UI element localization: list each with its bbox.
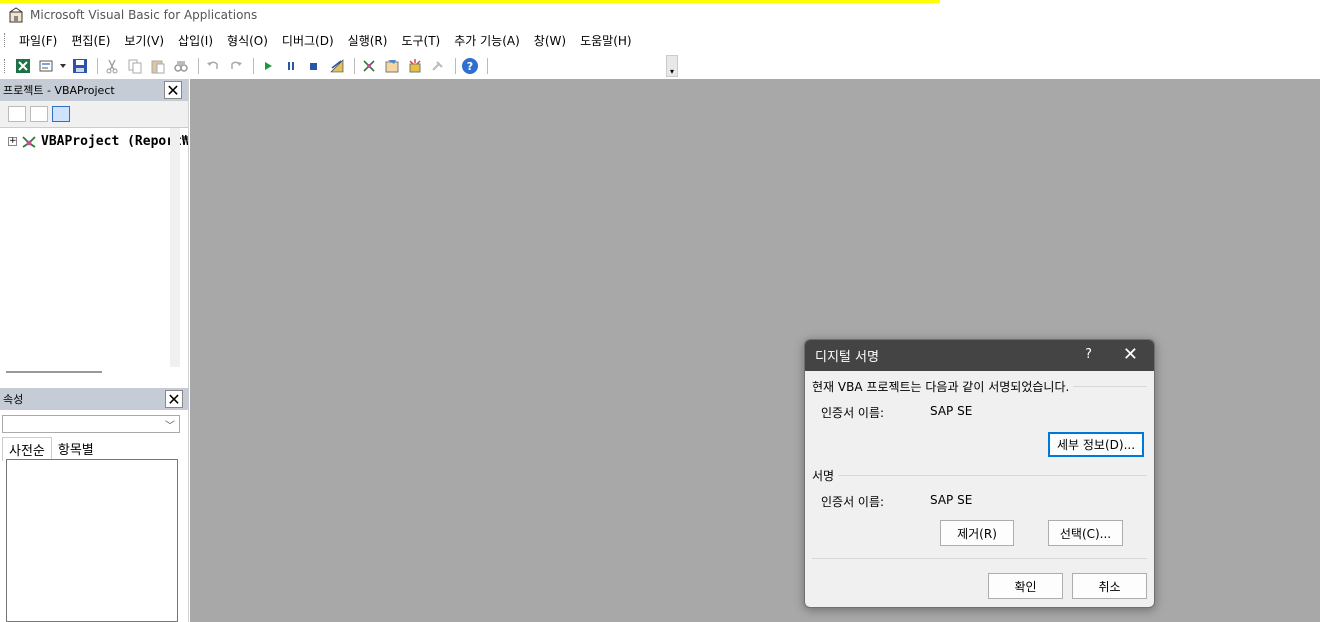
cert-name-label: 인증서 이름: xyxy=(821,406,885,420)
tree-item-label: VBAProject (Report₩ xyxy=(41,134,188,149)
toolbar-separator xyxy=(354,58,355,74)
details-button[interactable]: 세부 정보(D)... xyxy=(1048,432,1144,457)
project-tools xyxy=(0,101,188,127)
chevron-down-icon: ﹀ xyxy=(165,421,175,432)
properties-panel-close-icon[interactable]: ✕ xyxy=(165,390,183,409)
window-title: Microsoft Visual Basic for Applications xyxy=(30,8,258,22)
menubar-grip[interactable] xyxy=(4,33,7,47)
view-code-icon[interactable] xyxy=(8,106,26,122)
properties-panel-title: 속성 xyxy=(3,393,24,406)
toolbar-separator xyxy=(198,58,199,74)
toolbar-grip[interactable] xyxy=(4,59,7,73)
choose-button[interactable]: 선택(C)... xyxy=(1048,520,1123,546)
insert-userform-icon[interactable] xyxy=(36,56,56,76)
project-tree: + VBAProject (Report₩ xyxy=(0,127,188,367)
paste-icon[interactable] xyxy=(148,56,168,76)
view-object-icon[interactable] xyxy=(30,106,48,122)
dialog-body: 현재 VBA 프로젝트는 다음과 같이 서명되었습니다. 인증서 이름: SAP… xyxy=(805,371,1154,607)
digital-signature-dialog: 디지털 서명 ? ✕ 현재 VBA 프로젝트는 다음과 같이 서명되었습니다. … xyxy=(804,339,1155,608)
view-excel-icon[interactable] xyxy=(13,56,33,76)
project-panel-title: 프로젝트 - VBAProject xyxy=(3,84,115,97)
object-select[interactable]: ﹀ xyxy=(2,415,180,433)
menu-insert[interactable]: 삽입(I) xyxy=(172,32,221,49)
toolbox-icon[interactable] xyxy=(428,56,448,76)
menu-format[interactable]: 형식(O) xyxy=(221,32,276,49)
project-tree-hscroll-thumb[interactable] xyxy=(6,371,102,373)
signature-cert-name-label: 인증서 이름: xyxy=(821,495,885,509)
menu-window[interactable]: 창(W) xyxy=(528,32,574,49)
expand-icon[interactable]: + xyxy=(8,137,17,146)
project-panel-close-icon[interactable]: ✕ xyxy=(164,81,182,100)
dropdown-arrow-icon[interactable] xyxy=(59,56,67,76)
toolbar-separator xyxy=(253,58,254,74)
properties-panel-header: 속성 ✕ xyxy=(0,388,189,410)
toolbar-options-icon[interactable]: ▾ xyxy=(666,55,678,77)
toolbar-separator xyxy=(487,58,488,74)
menu-run[interactable]: 실행(R) xyxy=(342,32,396,49)
title-bar: Microsoft Visual Basic for Applications xyxy=(0,3,1320,27)
menu-edit[interactable]: 편집(E) xyxy=(65,32,118,49)
svg-text:?: ? xyxy=(467,60,473,73)
ok-button[interactable]: 확인 xyxy=(988,573,1063,599)
project-panel-header: 프로젝트 - VBAProject ✕ xyxy=(0,79,188,101)
menu-file[interactable]: 파일(F) xyxy=(13,32,65,49)
vbaproject-icon xyxy=(22,135,36,148)
standard-toolbar: ? ▾ xyxy=(0,53,680,79)
menu-bar: 파일(F) 편집(E) 보기(V) 삽입(I) 형식(O) 디버그(D) 실행(… xyxy=(0,29,1320,51)
divider xyxy=(812,558,1147,559)
tab-alphabetic[interactable]: 사전순 xyxy=(2,437,52,461)
toggle-folders-icon[interactable] xyxy=(52,106,70,122)
dialog-title: 디지털 서명 xyxy=(815,350,879,365)
properties-tabs: 사전순 항목별 xyxy=(2,437,100,461)
toolbar-separator xyxy=(97,58,98,74)
signature-cert-name-value: SAP SE xyxy=(930,493,973,507)
run-icon[interactable] xyxy=(258,56,278,76)
help-icon[interactable]: ? xyxy=(460,56,480,76)
object-browser-icon[interactable] xyxy=(405,56,425,76)
redo-icon[interactable] xyxy=(226,56,246,76)
cert-name-value: SAP SE xyxy=(930,404,973,418)
cut-icon[interactable] xyxy=(102,56,122,76)
tab-categorized[interactable]: 항목별 xyxy=(52,437,100,461)
properties-grid[interactable] xyxy=(6,459,178,622)
save-icon[interactable] xyxy=(70,56,90,76)
signature-group-label: 서명 xyxy=(812,467,839,484)
undo-icon[interactable] xyxy=(203,56,223,76)
cancel-button[interactable]: 취소 xyxy=(1072,573,1147,599)
menu-view[interactable]: 보기(V) xyxy=(118,32,172,49)
menu-addins[interactable]: 추가 기능(A) xyxy=(448,32,528,49)
tree-item-vbaproject[interactable]: + VBAProject (Report₩ xyxy=(8,134,188,149)
design-mode-icon[interactable] xyxy=(327,56,347,76)
help-icon[interactable]: ? xyxy=(1085,347,1092,362)
left-panel: 프로젝트 - VBAProject ✕ + VBAProject (Report… xyxy=(0,79,189,622)
project-tree-scrollbar[interactable] xyxy=(170,128,180,367)
divider xyxy=(812,475,1147,476)
close-icon[interactable]: ✕ xyxy=(1123,344,1138,365)
vba-app-icon xyxy=(9,7,23,23)
properties-window-icon[interactable] xyxy=(382,56,402,76)
toolbar-separator xyxy=(455,58,456,74)
dialog-title-bar: 디지털 서명 ? ✕ xyxy=(805,340,1154,371)
find-icon[interactable] xyxy=(171,56,191,76)
menu-tools[interactable]: 도구(T) xyxy=(395,32,448,49)
project-explorer-icon[interactable] xyxy=(359,56,379,76)
break-icon[interactable] xyxy=(281,56,301,76)
copy-icon[interactable] xyxy=(125,56,145,76)
reset-icon[interactable] xyxy=(304,56,324,76)
menu-help[interactable]: 도움말(H) xyxy=(574,32,640,49)
current-signed-text: 현재 VBA 프로젝트는 다음과 같이 서명되었습니다. xyxy=(812,378,1074,395)
remove-button[interactable]: 제거(R) xyxy=(940,520,1014,546)
menu-debug[interactable]: 디버그(D) xyxy=(276,32,342,49)
